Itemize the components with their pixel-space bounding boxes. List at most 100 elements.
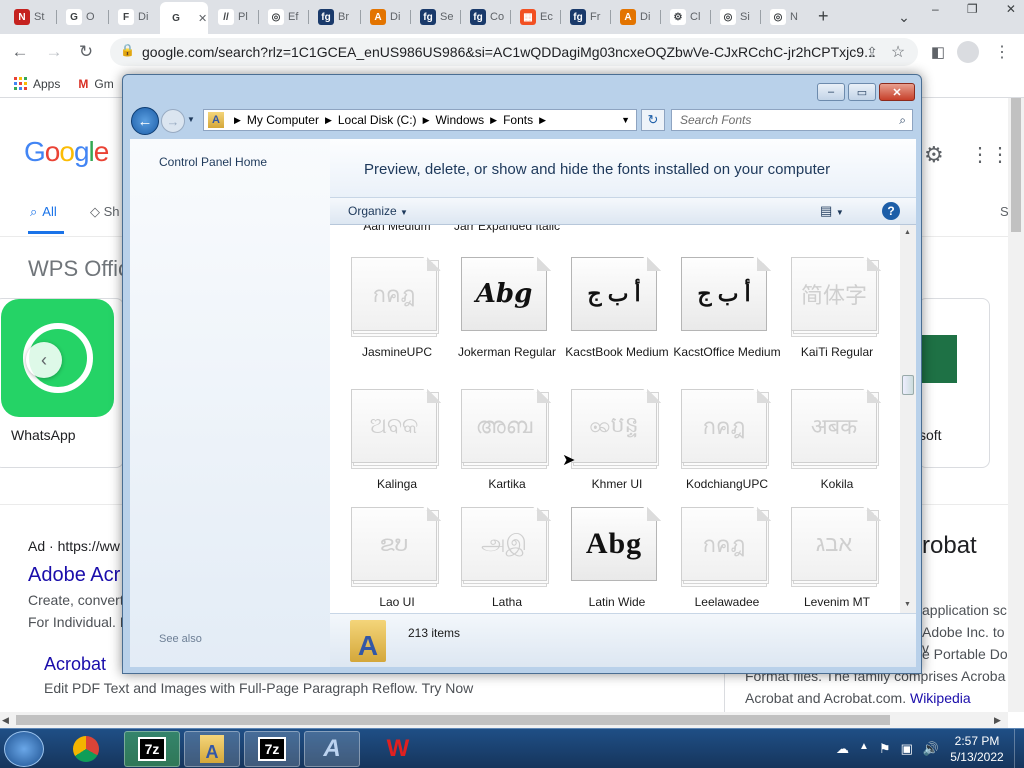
scroll-up-icon[interactable]: ▲ (904, 229, 911, 236)
font-item[interactable]: أ ب ج KacstOffice Medium (672, 257, 782, 387)
browser-tab[interactable]: GO (58, 5, 108, 29)
browser-tab[interactable]: N St (6, 5, 56, 29)
control-panel-home-link[interactable]: Control Panel Home (159, 155, 267, 169)
font-item[interactable]: அஇ Latha (452, 507, 562, 613)
carousel-prev-button[interactable]: ‹ (26, 342, 62, 378)
browser-tab[interactable]: ◎ N (762, 5, 808, 29)
browser-tab[interactable]: ◎ Si (712, 5, 760, 29)
view-options-button[interactable]: ▤ ▼ (820, 203, 844, 219)
browser-tab[interactable]: // Pl (210, 5, 258, 29)
explorer-close-button[interactable]: ✕ (879, 83, 915, 101)
bookmark-gmail[interactable]: Gm (94, 77, 113, 91)
browser-tab[interactable]: A Di (612, 5, 660, 29)
acrobat-sitelink[interactable]: Acrobat (44, 654, 106, 675)
hidden-icons-arrow-icon[interactable]: ▲ (859, 741, 869, 757)
browser-tab[interactable]: fg Br (310, 5, 360, 29)
bookmark-apps[interactable]: Apps (33, 77, 60, 91)
tab-s[interactable]: S (1000, 204, 1008, 219)
help-icon[interactable]: ? (882, 202, 900, 220)
font-item[interactable]: ꩩបន្ទ Khmer UI (562, 389, 672, 519)
font-item[interactable]: กคฎ JasmineUPC (342, 257, 452, 387)
font-item[interactable]: ଅବକ Kalinga (342, 389, 452, 519)
breadcrumb-windows[interactable]: Windows (435, 113, 484, 127)
microsoft-card[interactable]: soft (918, 298, 990, 468)
adobe-result-title[interactable]: Adobe Acr (28, 564, 120, 587)
reload-icon[interactable]: ↻ (74, 40, 98, 64)
volume-icon[interactable]: 🔊 (923, 741, 939, 757)
apps-grid-icon[interactable] (14, 77, 27, 90)
close-icon[interactable]: ✕ (1006, 2, 1016, 18)
tab-close-icon[interactable]: ✕ (198, 12, 207, 25)
tab-search-chevron-icon[interactable]: ⌄ (892, 5, 916, 29)
browser-tab[interactable]: A Di (362, 5, 410, 29)
fonts-scrollbar[interactable]: ▲ ▼ (900, 225, 916, 613)
taskbar-chrome[interactable] (58, 731, 114, 767)
scroll-thumb[interactable] (902, 375, 914, 395)
font-item[interactable]: Abg Latin Wide (562, 507, 672, 613)
new-tab-button[interactable]: + (818, 6, 829, 27)
clock[interactable]: 2:57 PM 5/13/2022 (942, 733, 1012, 765)
browser-tab[interactable]: G ✕ (160, 2, 208, 34)
show-desktop-button[interactable] (1014, 729, 1024, 768)
font-item[interactable]: 简体字 KaiTi Regular (782, 257, 892, 387)
browser-tab[interactable]: fg Fr (562, 5, 610, 29)
taskbar-wps-office[interactable]: W (370, 731, 426, 767)
taskbar-font-viewer[interactable]: A (304, 731, 360, 767)
address-bar[interactable]: 🔒 google.com/search?rlz=1C1GCEA_enUS986U… (110, 38, 918, 66)
network-icon[interactable]: ▣ (901, 741, 913, 757)
font-item[interactable]: กคฎ Leelawadee (672, 507, 782, 613)
breadcrumb-my-computer[interactable]: My Computer (247, 113, 319, 127)
scroll-down-icon[interactable]: ▼ (904, 601, 911, 608)
search-icon[interactable]: ⌕ (899, 113, 906, 128)
back-arrow-icon[interactable]: ← (8, 40, 32, 64)
settings-gear-icon[interactable]: ⚙ (924, 142, 944, 168)
whatsapp-card[interactable]: WhatsApp (0, 298, 124, 468)
font-item[interactable]: Abg Jokerman Regular (452, 257, 562, 387)
address-dropdown-icon[interactable]: ▼ (621, 115, 630, 125)
cloud-icon[interactable]: ☁ (836, 741, 849, 757)
browser-tab[interactable]: F Di (110, 5, 158, 29)
forward-button[interactable]: → (161, 109, 185, 133)
start-button[interactable] (4, 731, 44, 767)
google-logo[interactable]: Google (24, 136, 109, 168)
chrome-menu-icon[interactable]: ⋮ (990, 40, 1014, 64)
font-item[interactable]: กคฎ KodchiangUPC (672, 389, 782, 519)
font-item[interactable]: ຂບ Lao UI (342, 507, 452, 613)
explorer-maximize-button[interactable]: ▭ (848, 83, 876, 101)
profile-avatar[interactable] (956, 40, 980, 64)
breadcrumb-local-disk[interactable]: Local Disk (C:) (338, 113, 417, 127)
font-item[interactable]: أ ب ج KacstBook Medium (562, 257, 672, 387)
forward-arrow-icon[interactable]: → (42, 40, 66, 64)
share-icon[interactable]: ⇪ (860, 40, 884, 64)
font-item[interactable]: अबक Kokila (782, 389, 892, 519)
action-center-flag-icon[interactable]: ⚑ (879, 741, 891, 757)
side-panel-icon[interactable]: ◧ (926, 40, 950, 64)
font-item[interactable]: അബ Kartika (452, 389, 562, 519)
browser-tab[interactable]: ⚙ Cl (662, 5, 710, 29)
search-fonts-input[interactable]: Search Fonts ⌕ (671, 109, 913, 131)
ad-url[interactable]: Ad · https://ww (28, 538, 120, 554)
minimize-icon[interactable]: – (932, 2, 939, 18)
explorer-address-bar[interactable]: A ▶ My Computer ▶ Local Disk (C:) ▶ Wind… (203, 109, 637, 131)
refresh-icon[interactable]: ↻ (641, 109, 665, 131)
back-button[interactable]: ← (131, 107, 159, 135)
restore-icon[interactable]: ❐ (967, 2, 978, 18)
browser-tab[interactable]: ◎ Ef (260, 5, 308, 29)
browser-tab[interactable]: fg Se (412, 5, 460, 29)
page-vertical-scrollbar[interactable] (1008, 98, 1024, 712)
taskbar-7zip-2[interactable]: 7z (244, 731, 300, 767)
breadcrumb-fonts[interactable]: Fonts (503, 113, 533, 127)
taskbar-fonts-folder[interactable]: A (184, 731, 240, 767)
browser-tab[interactable]: ▦ Ec (512, 5, 560, 29)
wikipedia-link[interactable]: Wikipedia (910, 690, 971, 706)
explorer-minimize-button[interactable]: – (817, 83, 845, 101)
organize-button[interactable]: Organize ▼ (348, 204, 408, 218)
tab-shopping[interactable]: ◇ Sh (90, 204, 120, 220)
google-apps-icon[interactable]: ⋮⋮ (970, 142, 1008, 167)
bookmark-star-icon[interactable]: ☆ (886, 40, 910, 64)
font-item[interactable]: אבג Levenim MT (782, 507, 892, 613)
recent-pages-dropdown-icon[interactable]: ▼ (187, 115, 195, 124)
page-horizontal-scrollbar[interactable]: ◀ ▶ (0, 712, 1008, 728)
tab-all[interactable]: ⌕ All (30, 204, 57, 220)
taskbar-7zip-1[interactable]: 7z (124, 731, 180, 767)
